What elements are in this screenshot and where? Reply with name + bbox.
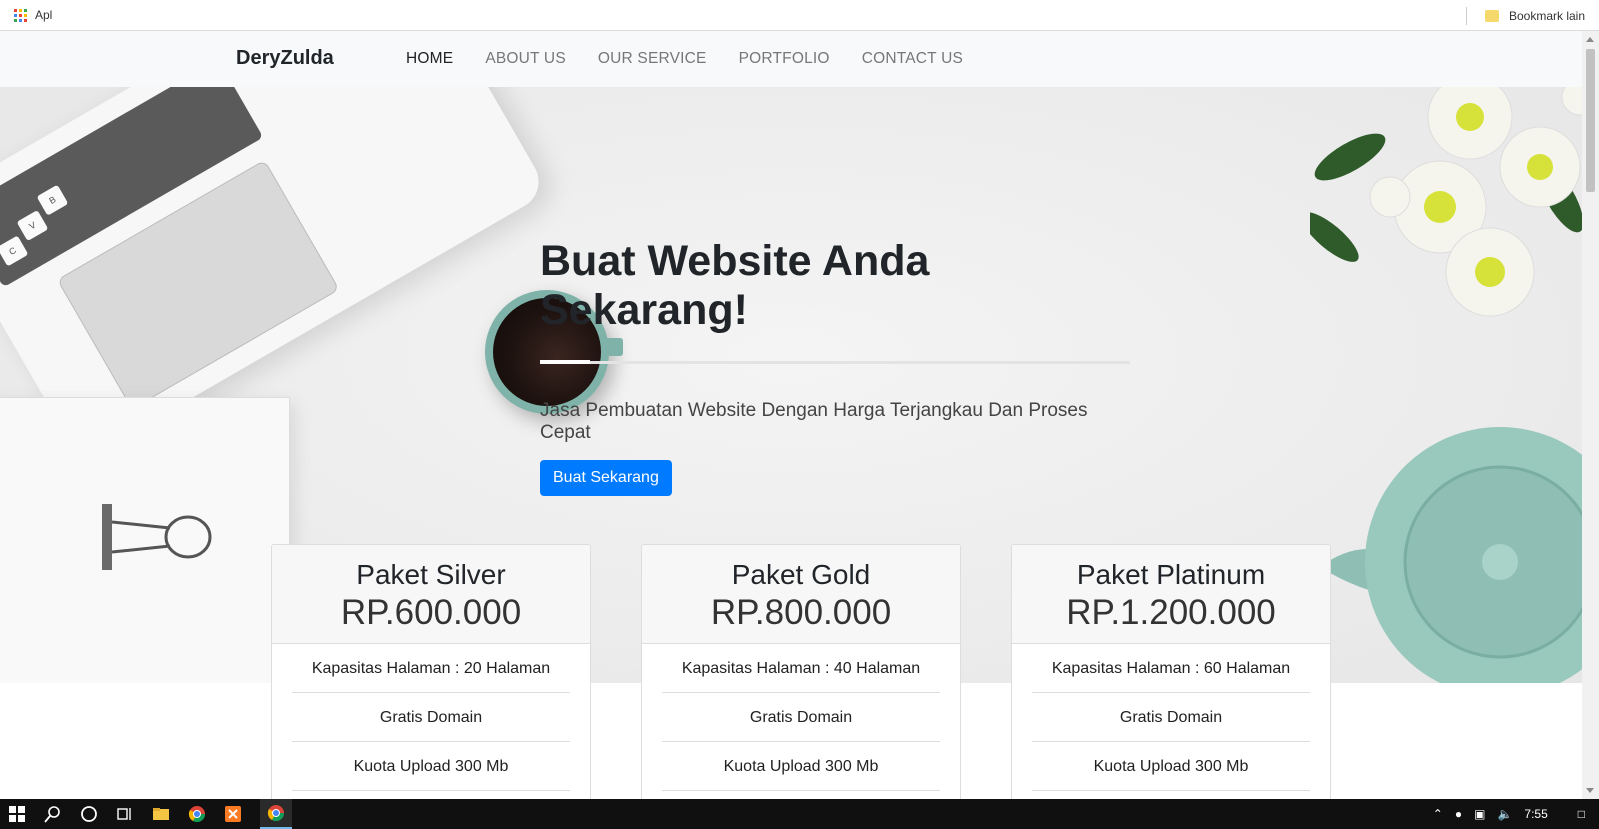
nav-our-service[interactable]: OUR SERVICE (598, 50, 707, 68)
page-viewport: DeryZulda HOME ABOUT US OUR SERVICE PORT… (0, 31, 1599, 799)
file-explorer-icon[interactable] (152, 805, 170, 823)
feature-list: Kapasitas Halaman : 20 Halaman Gratis Do… (272, 644, 590, 791)
feature-item: Kuota Upload 300 Mb (662, 742, 940, 791)
buat-sekarang-button[interactable]: Buat Sekarang (540, 460, 672, 496)
volume-icon[interactable]: 🔈 (1497, 807, 1512, 821)
feature-item: Kapasitas Halaman : 20 Halaman (292, 644, 570, 693)
feature-list: Kapasitas Halaman : 60 Halaman Gratis Do… (1012, 644, 1330, 791)
feature-item: Kapasitas Halaman : 60 Halaman (1032, 644, 1310, 693)
other-bookmarks-label: Bookmark lain (1508, 8, 1585, 23)
clock[interactable]: 7:55 (1524, 807, 1547, 821)
hero-divider (540, 360, 1130, 364)
hero-content: Buat Website Anda Sekarang! Jasa Pembuat… (540, 237, 1140, 496)
xampp-icon[interactable] (224, 805, 242, 823)
network-icon[interactable]: ▣ (1474, 807, 1485, 821)
windows-taskbar: ⌃ ● ▣ 🔈 7:55 □ (0, 799, 1599, 829)
feature-item: Kuota Upload 300 Mb (1032, 742, 1310, 791)
task-view-icon[interactable] (116, 805, 134, 823)
tray-drop-icon[interactable]: ● (1455, 807, 1462, 821)
plan-name: Paket Platinum (1076, 559, 1266, 590)
nav-home[interactable]: HOME (406, 50, 453, 68)
flowers-image (1310, 87, 1582, 317)
vertical-scrollbar[interactable] (1582, 31, 1599, 799)
hero-subtitle: Jasa Pembuatan Website Dengan Harga Terj… (540, 400, 1088, 443)
plan-price: RP.600.000 (340, 593, 522, 632)
notifications-icon[interactable]: □ (1578, 807, 1585, 821)
plan-price: RP.1.200.000 (1066, 593, 1276, 632)
pricing-card-gold: Paket Gold RP.800.000 Kapasitas Halaman … (641, 544, 961, 799)
system-tray: ⌃ ● ▣ 🔈 7:55 □ (1433, 799, 1599, 829)
scroll-up-icon[interactable] (1586, 37, 1594, 42)
plan-name: Paket Gold (731, 559, 871, 590)
site-navbar: DeryZulda HOME ABOUT US OUR SERVICE PORT… (0, 31, 1582, 87)
bookmarks-bar: Apl Bookmark lain (0, 0, 1599, 31)
feature-item: Kuota Upload 300 Mb (292, 742, 570, 791)
feature-item: Gratis Domain (662, 693, 940, 742)
nav-menu: HOME ABOUT US OUR SERVICE PORTFOLIO CONT… (406, 50, 963, 68)
plan-name: Paket Silver (356, 559, 506, 590)
search-icon[interactable] (44, 805, 62, 823)
chrome-icon[interactable] (188, 805, 206, 823)
feature-item: Kapasitas Halaman : 40 Halaman (662, 644, 940, 693)
scroll-thumb[interactable] (1586, 49, 1595, 192)
scroll-down-icon[interactable] (1586, 788, 1594, 793)
nav-contact-us[interactable]: CONTACT US (862, 50, 963, 68)
nav-about-us[interactable]: ABOUT US (485, 50, 566, 68)
apps-label: Apl (35, 8, 53, 22)
apps-shortcut[interactable]: Apl (14, 8, 52, 22)
feature-item: Gratis Domain (292, 693, 570, 742)
teapot-image (1320, 427, 1582, 683)
site-brand[interactable]: DeryZulda (236, 47, 334, 70)
bookmarks-separator (1465, 6, 1467, 25)
windows-start-icon[interactable] (8, 805, 26, 823)
other-bookmarks[interactable]: Bookmark lain (1465, 0, 1585, 31)
cortana-icon[interactable] (80, 805, 98, 823)
active-chrome-tab[interactable] (260, 799, 292, 829)
plan-price: RP.800.000 (710, 593, 892, 632)
apps-grid-icon (14, 8, 27, 22)
feature-list: Kapasitas Halaman : 40 Halaman Gratis Do… (642, 644, 960, 791)
pricing-card-silver: Paket Silver RP.600.000 Kapasitas Halama… (271, 544, 591, 799)
binder-clip-image (102, 504, 212, 570)
pricing-card-platinum: Paket Platinum RP.1.200.000 Kapasitas Ha… (1011, 544, 1331, 799)
hero-title: Buat Website Anda Sekarang! (540, 237, 930, 334)
chrome-icon (267, 805, 285, 822)
feature-item: Gratis Domain (1032, 693, 1310, 742)
tray-chevron-icon[interactable]: ⌃ (1433, 807, 1443, 821)
folder-icon (1484, 9, 1499, 22)
nav-portfolio[interactable]: PORTFOLIO (739, 50, 830, 68)
